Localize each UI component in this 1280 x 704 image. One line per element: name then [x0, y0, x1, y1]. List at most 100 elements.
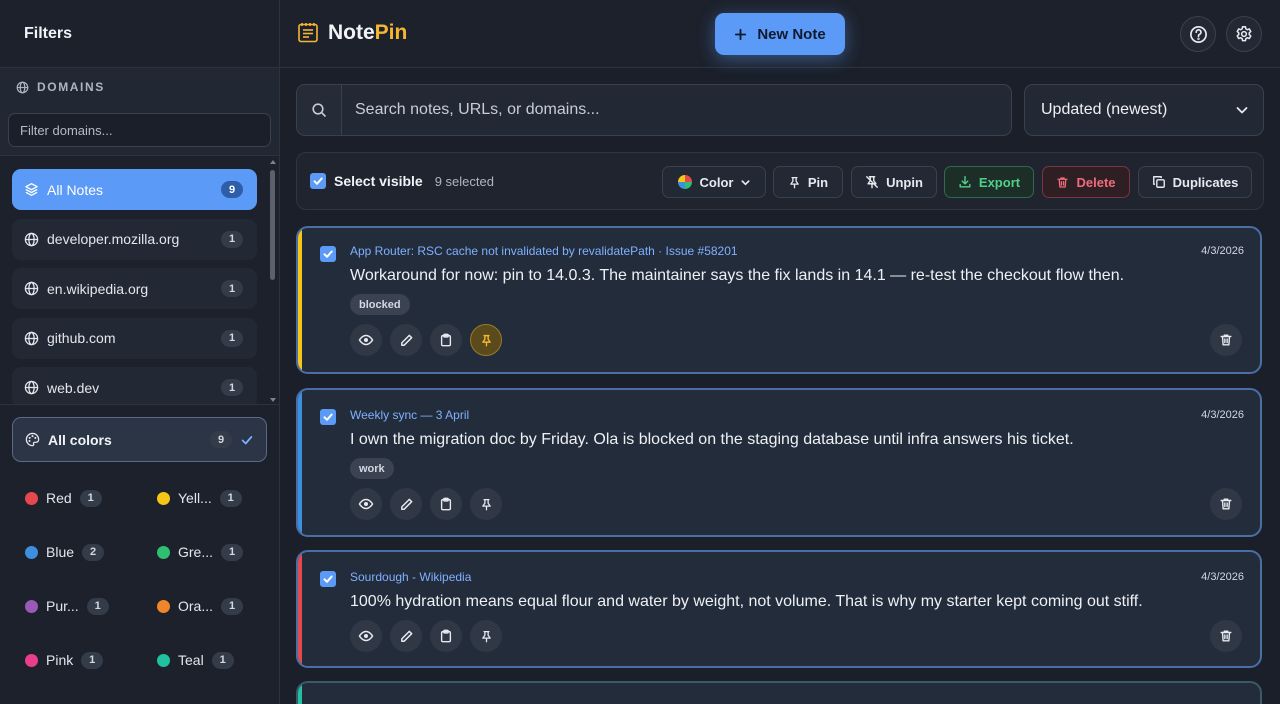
color-filter-section: All colors 9 Red 1 Yell... 1 Blue 2 Gre.…: [0, 405, 279, 687]
plus-icon: [734, 28, 747, 41]
note-card[interactable]: [296, 681, 1262, 704]
bulk-unpin-button[interactable]: Unpin: [851, 166, 937, 198]
new-note-label: New Note: [757, 25, 826, 43]
edit-note-button[interactable]: [390, 488, 422, 520]
sort-select[interactable]: Updated (newest): [1024, 84, 1264, 136]
count-badge: 1: [221, 280, 243, 297]
note-source-link[interactable]: App Router: RSC cache not invalidated by…: [350, 244, 738, 258]
color-filter-red[interactable]: Red 1: [12, 471, 144, 525]
color-filter-green[interactable]: Gre... 1: [144, 525, 262, 579]
copy-note-button[interactable]: [430, 620, 462, 652]
count-badge: 1: [221, 230, 243, 248]
pencil-icon: [399, 497, 414, 512]
count-badge: 1: [219, 489, 242, 507]
color-label: Pur...: [46, 598, 79, 614]
domain-item-all-notes[interactable]: All Notes 9: [12, 169, 257, 210]
settings-button[interactable]: [1226, 16, 1262, 52]
domain-item-label: web.dev: [47, 379, 100, 396]
pin-note-button[interactable]: [470, 620, 502, 652]
edit-note-button[interactable]: [390, 620, 422, 652]
note-tag[interactable]: work: [350, 458, 394, 479]
delete-note-button[interactable]: [1210, 620, 1242, 652]
clipboard-icon: [439, 497, 453, 511]
note-card[interactable]: Weekly sync — 3 April 4/3/2026 I own the…: [296, 388, 1262, 537]
note-select-checkbox[interactable]: [320, 409, 336, 425]
color-label: Ora...: [178, 598, 214, 614]
color-filter-blue[interactable]: Blue 2: [12, 525, 144, 579]
view-note-button[interactable]: [350, 324, 382, 356]
color-label: Red: [46, 490, 72, 506]
delete-note-button[interactable]: [1210, 488, 1242, 520]
bulk-delete-label: Delete: [1076, 174, 1116, 190]
note-color-bar: [298, 552, 302, 666]
eye-icon: [358, 332, 374, 348]
copy-note-button[interactable]: [430, 324, 462, 356]
color-dot: [25, 491, 38, 505]
bulk-delete-button[interactable]: Delete: [1042, 166, 1130, 198]
edit-note-button[interactable]: [390, 324, 422, 356]
trash-icon: [1219, 629, 1233, 643]
domain-filter-input[interactable]: [8, 113, 271, 147]
color-dot: [157, 599, 170, 613]
note-card[interactable]: App Router: RSC cache not invalidated by…: [296, 226, 1262, 374]
pin-note-button[interactable]: [470, 324, 502, 356]
domain-list-scrollbar[interactable]: [269, 160, 277, 402]
clipboard-icon: [439, 629, 453, 643]
select-visible-label[interactable]: Select visible: [334, 173, 423, 189]
new-note-button[interactable]: New Note: [715, 13, 845, 55]
note-select-checkbox[interactable]: [320, 571, 336, 587]
sidebar-title: Filters: [24, 24, 73, 42]
select-visible-checkbox[interactable]: [310, 173, 326, 189]
color-filter-yellow[interactable]: Yell... 1: [144, 471, 262, 525]
scroll-up-arrow-icon[interactable]: [270, 160, 276, 164]
note-select-checkbox[interactable]: [320, 246, 336, 262]
pin-note-button[interactable]: [470, 488, 502, 520]
bulk-export-button[interactable]: Export: [944, 166, 1034, 198]
domains-section-header: DOMAINS: [0, 68, 279, 106]
search-input[interactable]: [342, 85, 1011, 135]
color-filter-orange[interactable]: Ora... 1: [144, 579, 262, 633]
note-source-link[interactable]: Sourdough - Wikipedia: [350, 570, 471, 584]
all-colors-filter[interactable]: All colors 9: [12, 417, 267, 462]
domain-item-en-wikipedia-org[interactable]: en.wikipedia.org 1: [12, 268, 257, 309]
bulk-actions-bar: Select visible 9 selected Color Pin Unpi…: [296, 152, 1264, 210]
domain-filter-wrapper: [0, 106, 279, 156]
count-badge: 2: [82, 543, 105, 561]
bulk-pin-button[interactable]: Pin: [773, 166, 843, 198]
clipboard-icon: [439, 333, 453, 347]
view-note-button[interactable]: [350, 620, 382, 652]
color-filter-grid: Red 1 Yell... 1 Blue 2 Gre... 1 Pur... 1…: [12, 471, 279, 687]
color-filter-purple[interactable]: Pur... 1: [12, 579, 144, 633]
note-date: 4/3/2026: [1201, 409, 1244, 421]
color-dot: [25, 653, 38, 667]
domain-item-web-dev[interactable]: web.dev 1: [12, 367, 257, 404]
color-dot: [157, 491, 170, 505]
bulk-unpin-label: Unpin: [886, 174, 923, 190]
bulk-color-button[interactable]: Color: [662, 166, 766, 198]
domains-title: DOMAINS: [37, 80, 105, 94]
note-source-link[interactable]: Weekly sync — 3 April: [350, 408, 469, 422]
pin-icon: [788, 176, 801, 189]
trash-icon: [1219, 497, 1233, 511]
domain-item-developer-mozilla-org[interactable]: developer.mozilla.org 1: [12, 218, 257, 260]
duplicates-button[interactable]: Duplicates: [1138, 166, 1252, 198]
color-filter-teal[interactable]: Teal 1: [144, 633, 262, 687]
scroll-thumb[interactable]: [270, 170, 275, 280]
download-icon: [958, 175, 972, 189]
domain-item-github-com[interactable]: github.com 1: [12, 317, 257, 359]
count-badge: 1: [221, 597, 244, 615]
color-filter-pink[interactable]: Pink 1: [12, 633, 144, 687]
brand-note: Note: [328, 21, 375, 44]
view-note-button[interactable]: [350, 488, 382, 520]
copy-note-button[interactable]: [430, 488, 462, 520]
scroll-down-arrow-icon[interactable]: [270, 398, 276, 402]
help-button[interactable]: [1180, 16, 1216, 52]
color-dot: [157, 545, 170, 559]
trash-icon: [1219, 333, 1233, 347]
count-badge: 1: [221, 543, 244, 561]
note-tag[interactable]: blocked: [350, 294, 410, 315]
pencil-icon: [399, 629, 414, 644]
note-card[interactable]: Sourdough - Wikipedia 4/3/2026 100% hydr…: [296, 550, 1262, 668]
delete-note-button[interactable]: [1210, 324, 1242, 356]
palette-icon: [25, 432, 40, 447]
